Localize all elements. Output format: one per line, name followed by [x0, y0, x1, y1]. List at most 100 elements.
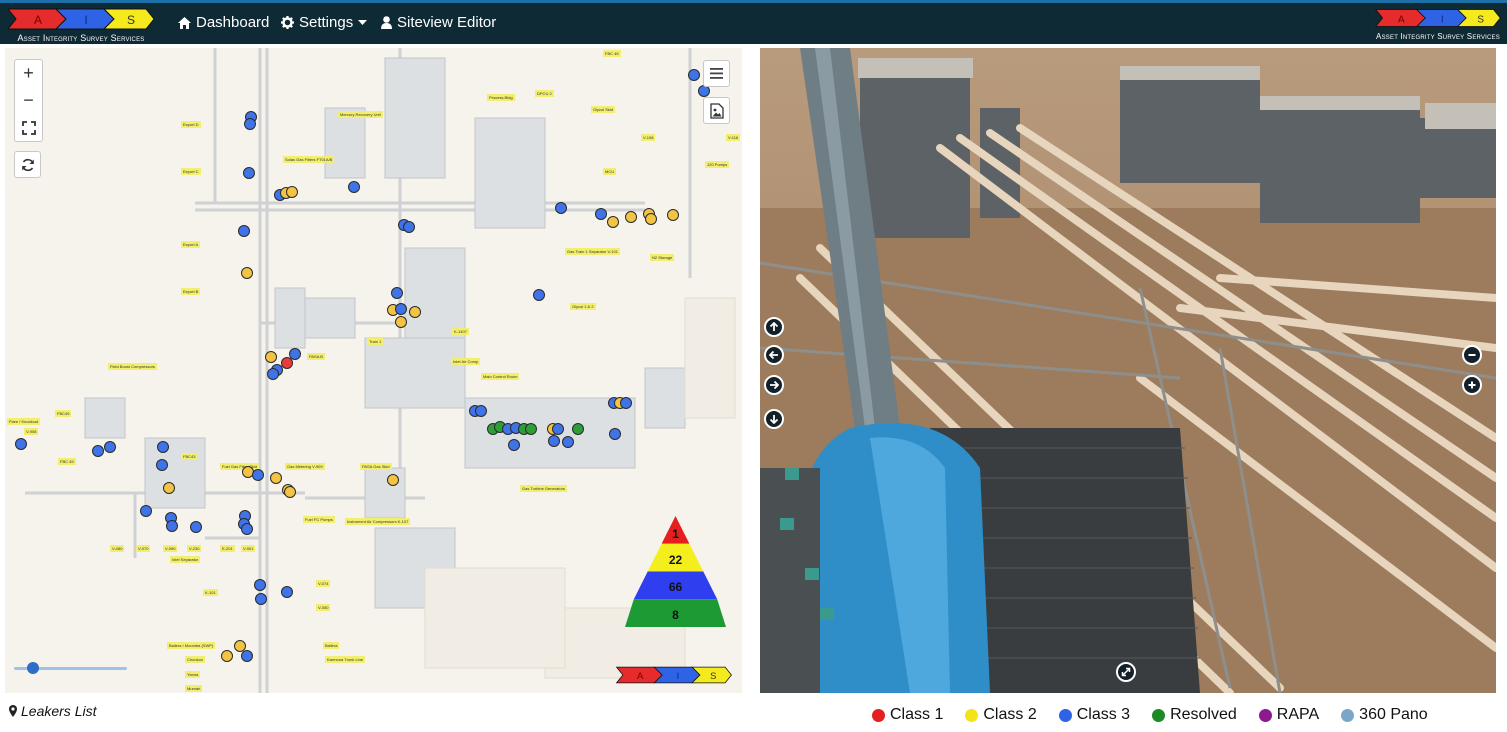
refresh-button[interactable] [14, 151, 41, 178]
leak-marker-class3[interactable] [552, 423, 564, 435]
leak-marker-class2[interactable] [265, 351, 277, 363]
nav-dashboard[interactable]: Dashboard [178, 14, 269, 31]
pano-fullscreen-button[interactable] [1116, 662, 1136, 682]
legend-rapa: RAPA [1258, 706, 1319, 724]
leak-marker-class3[interactable] [157, 441, 169, 453]
zoom-out-button[interactable]: − [15, 87, 42, 114]
map-label: Export A [181, 241, 201, 248]
leak-marker-class3[interactable] [166, 520, 178, 532]
leak-marker-class3[interactable] [255, 593, 267, 605]
map-label: Glycol Skid [591, 106, 616, 113]
leak-marker-class3[interactable] [348, 181, 360, 193]
map-label: V-116 [726, 134, 741, 141]
pano-zoom-out-button[interactable] [1462, 345, 1482, 365]
leak-marker-class2[interactable] [221, 650, 233, 662]
map-label: V-908 [24, 428, 39, 435]
leak-marker-class3[interactable] [254, 579, 266, 591]
top-navbar: A I S Asset Integrity Survey Services Da… [0, 0, 1507, 44]
arrow-left-icon [769, 350, 778, 360]
leak-marker-class2[interactable] [645, 213, 657, 225]
layers-menu-button[interactable] [703, 60, 730, 87]
pyramid-class1-count: 1 [672, 527, 679, 541]
leak-marker-class2[interactable] [387, 474, 399, 486]
leakers-list-label: Leakers List [21, 703, 97, 719]
pano-down-button[interactable] [764, 409, 784, 429]
legend-dot-light-blue [1341, 708, 1355, 722]
leak-marker-class3[interactable] [562, 436, 574, 448]
leak-marker-class3[interactable] [267, 368, 279, 380]
legend-label: 360 Pano [1359, 706, 1428, 723]
leakers-list-link[interactable]: Leakers List [9, 703, 96, 719]
panorama-image [760, 48, 1496, 693]
leak-marker-class3[interactable] [609, 428, 621, 440]
map-label: Mercury Recovery Unit [338, 111, 383, 118]
leak-marker-class3[interactable] [548, 435, 560, 447]
zoom-in-button[interactable]: + [15, 60, 42, 87]
leak-marker-class3[interactable] [140, 505, 152, 517]
minus-icon [1468, 354, 1476, 356]
leak-marker-class3[interactable] [395, 303, 407, 315]
leak-marker-class2[interactable] [667, 209, 679, 221]
map-legend: Class 1 Class 2 Class 3 Resolved RAPA 36… [872, 706, 1428, 724]
map-label: V-108 [641, 134, 656, 141]
leak-marker-class3[interactable] [508, 439, 520, 451]
leak-marker-class2[interactable] [395, 316, 407, 328]
leak-marker-class1[interactable] [281, 357, 293, 369]
map-label: Karmona Trunk Line [325, 656, 366, 663]
legend-class1: Class 1 [872, 706, 943, 724]
leak-marker-class3[interactable] [243, 167, 255, 179]
logo-letter-s: S [1477, 14, 1484, 25]
leak-marker-class3[interactable] [252, 469, 264, 481]
site-map[interactable]: Export D Export C Export A Export B Sola… [5, 48, 742, 693]
opacity-slider[interactable] [14, 662, 127, 674]
fullscreen-icon [21, 120, 36, 135]
pano-up-button[interactable] [764, 317, 784, 337]
fullscreen-button[interactable] [15, 114, 42, 141]
leak-marker-class3[interactable] [244, 118, 256, 130]
leak-marker-class3[interactable] [241, 650, 253, 662]
pano-left-button[interactable] [764, 345, 784, 365]
leak-marker-class3[interactable] [595, 208, 607, 220]
map-label: PASA B [307, 353, 325, 360]
pano-zoom-in-button[interactable] [1462, 375, 1482, 395]
pano-right-button[interactable] [764, 375, 784, 395]
leak-marker-class3[interactable] [688, 69, 700, 81]
leak-marker-class2[interactable] [625, 211, 637, 223]
export-image-button[interactable] [703, 97, 730, 124]
leak-marker-class3[interactable] [533, 289, 545, 301]
leak-marker-class2[interactable] [163, 482, 175, 494]
nav-siteview-editor[interactable]: Siteview Editor [381, 14, 496, 31]
leak-marker-class3[interactable] [241, 523, 253, 535]
leak-marker-resolved[interactable] [572, 423, 584, 435]
nav-siteview-label: Siteview Editor [397, 14, 497, 31]
panorama-viewer[interactable] [760, 48, 1496, 693]
nav-settings[interactable]: Settings [281, 14, 368, 31]
leak-marker-class3[interactable] [15, 438, 27, 450]
leak-marker-class3[interactable] [281, 586, 293, 598]
leak-marker-class2[interactable] [409, 306, 421, 318]
logo-letter-i: I [84, 13, 87, 27]
leak-marker-class3[interactable] [156, 459, 168, 471]
map-label: E-201 [220, 545, 235, 552]
leak-marker-resolved[interactable] [525, 423, 537, 435]
leak-marker-class2[interactable] [241, 267, 253, 279]
leak-marker-class2[interactable] [270, 472, 282, 484]
map-label: Inlet Air Comp [451, 358, 481, 365]
leak-marker-class3[interactable] [104, 441, 116, 453]
pyramid-class2-count: 22 [669, 553, 683, 567]
map-label: V-080 [110, 545, 125, 552]
leak-marker-class3[interactable] [190, 521, 202, 533]
leak-marker-class3[interactable] [403, 221, 415, 233]
company-logo[interactable]: A I S Asset Integrity Survey Services [6, 7, 156, 43]
leak-marker-class3[interactable] [620, 397, 632, 409]
leak-marker-class3[interactable] [238, 225, 250, 237]
leak-marker-class2[interactable] [607, 216, 619, 228]
leak-marker-class3[interactable] [391, 287, 403, 299]
map-label: V-901 [241, 545, 256, 552]
leak-marker-class3[interactable] [555, 202, 567, 214]
leak-marker-class3[interactable] [475, 405, 487, 417]
leak-marker-class3[interactable] [92, 445, 104, 457]
leak-marker-class2[interactable] [286, 186, 298, 198]
leak-marker-class2[interactable] [284, 486, 296, 498]
slider-handle[interactable] [27, 662, 39, 674]
